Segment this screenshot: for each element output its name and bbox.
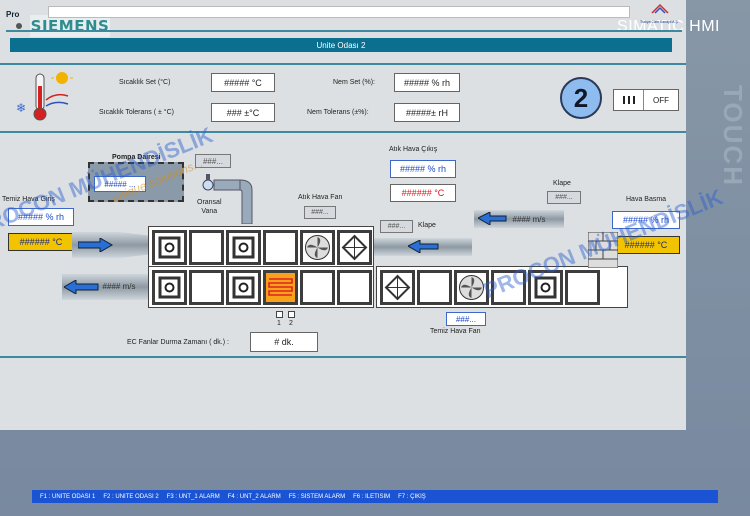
damper2-label: Klape: [418, 222, 436, 229]
top-flow-field[interactable]: #### m/s: [504, 213, 554, 225]
exhaust-fan-label: Atık Hava Fan: [298, 194, 343, 201]
heat-exchanger-cell: [380, 270, 415, 305]
pro-logo: Pro: [6, 4, 34, 29]
filter-cell: [152, 230, 187, 265]
damper-arrow-icon: [408, 240, 439, 253]
unit-number-badge: 2: [560, 77, 602, 119]
damper2-field[interactable]: ###...: [380, 220, 413, 233]
logo-dot-icon: [16, 23, 22, 29]
fkey-f1[interactable]: F1 : UNITE ODASI 1: [40, 494, 95, 500]
fkey-f2[interactable]: F2 : UNITE ODASI 2: [103, 494, 158, 500]
fkey-f4[interactable]: F4 : UNT_2 ALARM: [228, 494, 281, 500]
heater-coil-icon: [268, 278, 293, 296]
humidity-tolerance-field[interactable]: #####± rH: [394, 103, 460, 122]
fresh-fan-field[interactable]: ###...: [446, 312, 486, 326]
outlet-flow-field[interactable]: #### m/s: [96, 279, 142, 294]
supply-air-label: Hava Basma: [626, 196, 667, 203]
ec-fan-stop-label: EC Fanlar Durma Zamanı ( dk.) :: [127, 339, 229, 346]
exhaust-fan-field[interactable]: ###...: [304, 206, 336, 219]
off-button[interactable]: OFF: [644, 90, 678, 110]
fkey-f7[interactable]: F7 : ÇIKIŞ: [398, 494, 426, 500]
empty-cell: [300, 270, 335, 305]
checkbox-2[interactable]: [288, 311, 295, 318]
filter-cell: [152, 270, 187, 305]
filter-cell: [226, 230, 261, 265]
fkey-f3[interactable]: F3 : UNT_1 ALARM: [167, 494, 220, 500]
empty-cell: [337, 270, 372, 305]
divider: [0, 131, 686, 133]
cross-exchanger-icon: [341, 234, 368, 261]
touch-label: TOUCH: [718, 85, 748, 187]
filter-icon: [158, 236, 181, 259]
fan-icon: [459, 275, 484, 300]
siemens-logo: SIEMENS: [30, 15, 110, 37]
switch-icon[interactable]: [614, 90, 644, 110]
empty-cell: [189, 230, 224, 265]
damper-label: Klape: [553, 180, 571, 187]
empty-cell: [263, 230, 298, 265]
exhaust-outlet-label: Atık Hava Çıkış: [389, 146, 438, 153]
filter-cell: [226, 270, 261, 305]
temp-set-field[interactable]: ##### °C: [211, 73, 275, 92]
damper-field[interactable]: ###...: [547, 191, 581, 204]
divider: [6, 30, 682, 32]
empty-cell: [417, 270, 452, 305]
humidity-tolerance-label: Nem Tolerans (±%):: [307, 109, 369, 116]
filter-icon: [158, 276, 181, 299]
checkbox-1-label: 1: [277, 320, 281, 327]
checkbox-2-label: 2: [289, 320, 293, 327]
exhaust-humidity-field[interactable]: ##### % rh: [390, 160, 456, 178]
fresh-air-temp-field[interactable]: ###### °C: [8, 233, 74, 251]
on-off-switch[interactable]: OFF: [613, 89, 679, 111]
function-key-bar: F1 : UNITE ODASI 1 F2 : UNITE ODASI 2 F3…: [32, 490, 718, 503]
heater-coil-cell: [263, 270, 298, 305]
hmi-device-frame: SIEMENS SIMATIC HMI TOUCH Pro Trakya Cam…: [0, 0, 750, 516]
fan-icon: [305, 235, 330, 260]
divider: [0, 356, 686, 358]
hmi-screen: Pro Trakya Cam Sanayii A.Ş. Unite Odası …: [0, 0, 726, 430]
company-logo: Trakya Cam Sanayii A.Ş.: [640, 2, 680, 24]
fkey-f5[interactable]: F5 : SISTEM ALARM: [289, 494, 345, 500]
empty-cell: [565, 270, 600, 305]
empty-cell: [189, 270, 224, 305]
filter-icon: [232, 236, 255, 259]
checkbox-1[interactable]: [276, 311, 283, 318]
filter-icon: [232, 276, 255, 299]
humidity-set-label: Nem Set (%):: [333, 79, 376, 86]
temp-tolerance-label: Sıcaklık Tolerans ( ± °C): [99, 109, 174, 116]
outlet-arrow-icon: [64, 280, 99, 294]
temp-tolerance-field[interactable]: ### ±°C: [211, 103, 275, 122]
divider: [0, 63, 686, 65]
svg-text:❄: ❄: [16, 101, 26, 115]
title-bar: [48, 6, 630, 18]
fresh-fan-label: Temiz Hava Fan: [430, 328, 481, 335]
cross-exchanger-icon: [384, 274, 411, 301]
heat-exchanger-cell: [337, 230, 372, 265]
valve-label: Oransal Vana: [197, 199, 222, 215]
humidity-set-field[interactable]: ##### % rh: [394, 73, 460, 92]
inlet-arrow-icon: [78, 238, 113, 252]
room-title-banner: Unite Odası 2: [10, 38, 672, 52]
temp-set-label: Sıcaklık Set (°C): [119, 79, 171, 86]
thermometer-climate-icon: ❄: [16, 72, 73, 121]
fkey-f6[interactable]: F6 : ILETISIM: [353, 494, 390, 500]
company-logo-icon: [651, 3, 669, 14]
exhaust-temp-field[interactable]: ###### °C: [390, 184, 456, 202]
exhaust-fan-cell[interactable]: [300, 230, 335, 265]
ec-fan-stop-field[interactable]: # dk.: [250, 332, 318, 352]
